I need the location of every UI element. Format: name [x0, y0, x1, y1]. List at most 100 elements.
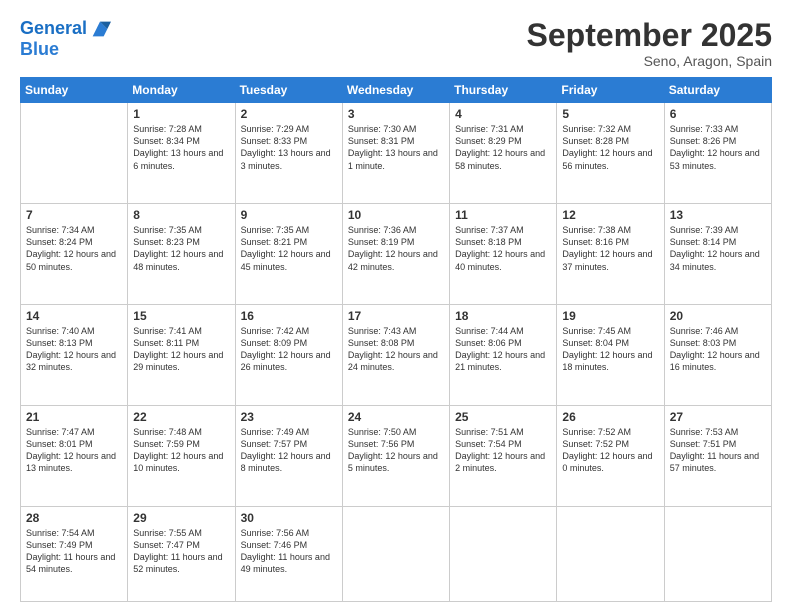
cell-info: Sunrise: 7:44 AMSunset: 8:06 PMDaylight:… [455, 325, 551, 374]
sunrise-text: Sunrise: 7:45 AM [562, 325, 658, 337]
table-row: 6Sunrise: 7:33 AMSunset: 8:26 PMDaylight… [664, 103, 771, 204]
logo: General Blue [20, 18, 111, 60]
cell-info: Sunrise: 7:53 AMSunset: 7:51 PMDaylight:… [670, 426, 766, 475]
sunset-text: Sunset: 8:31 PM [348, 135, 444, 147]
page: General Blue September 2025 Seno, Aragon… [0, 0, 792, 612]
location-subtitle: Seno, Aragon, Spain [527, 53, 772, 69]
sunset-text: Sunset: 8:16 PM [562, 236, 658, 248]
table-row: 3Sunrise: 7:30 AMSunset: 8:31 PMDaylight… [342, 103, 449, 204]
daylight-text: Daylight: 13 hours and 6 minutes. [133, 147, 229, 171]
sunrise-text: Sunrise: 7:32 AM [562, 123, 658, 135]
sunrise-text: Sunrise: 7:49 AM [241, 426, 337, 438]
sunrise-text: Sunrise: 7:35 AM [133, 224, 229, 236]
table-row: 16Sunrise: 7:42 AMSunset: 8:09 PMDayligh… [235, 305, 342, 406]
day-number: 3 [348, 107, 444, 121]
cell-info: Sunrise: 7:32 AMSunset: 8:28 PMDaylight:… [562, 123, 658, 172]
day-number: 2 [241, 107, 337, 121]
cell-info: Sunrise: 7:50 AMSunset: 7:56 PMDaylight:… [348, 426, 444, 475]
col-wednesday: Wednesday [342, 78, 449, 103]
daylight-text: Daylight: 11 hours and 54 minutes. [26, 551, 122, 575]
day-number: 11 [455, 208, 551, 222]
sunrise-text: Sunrise: 7:46 AM [670, 325, 766, 337]
day-number: 27 [670, 410, 766, 424]
daylight-text: Daylight: 13 hours and 1 minute. [348, 147, 444, 171]
header: General Blue September 2025 Seno, Aragon… [20, 18, 772, 69]
table-row: 1Sunrise: 7:28 AMSunset: 8:34 PMDaylight… [128, 103, 235, 204]
cell-info: Sunrise: 7:31 AMSunset: 8:29 PMDaylight:… [455, 123, 551, 172]
table-row: 5 Sunrise: 7:32 AMSunset: 8:28 PMDaylight… [557, 103, 664, 204]
day-number: 30 [241, 511, 337, 525]
sunrise-text: Sunrise: 7:53 AM [670, 426, 766, 438]
day-number: 12 [562, 208, 658, 222]
sunrise-text: Sunrise: 7:51 AM [455, 426, 551, 438]
sunrise-text: Sunrise: 7:37 AM [455, 224, 551, 236]
table-row: 10Sunrise: 7:36 AMSunset: 8:19 PMDayligh… [342, 204, 449, 305]
cell-info: Sunrise: 7:54 AMSunset: 7:49 PMDaylight:… [26, 527, 122, 576]
daylight-text: Daylight: 12 hours and 5 minutes. [348, 450, 444, 474]
daylight-text: Daylight: 11 hours and 52 minutes. [133, 551, 229, 575]
daylight-text: Daylight: 12 hours and 2 minutes. [455, 450, 551, 474]
cell-info: Sunrise: 7:39 AMSunset: 8:14 PMDaylight:… [670, 224, 766, 273]
table-row: 21Sunrise: 7:47 AMSunset: 8:01 PMDayligh… [21, 405, 128, 506]
logo-text: General [20, 19, 87, 39]
sunset-text: Sunset: 8:24 PM [26, 236, 122, 248]
sunset-text: Sunset: 8:21 PM [241, 236, 337, 248]
sunset-text: Sunset: 8:09 PM [241, 337, 337, 349]
cell-info: Sunrise: 7:47 AMSunset: 8:01 PMDaylight:… [26, 426, 122, 475]
sunset-text: Sunset: 8:19 PM [348, 236, 444, 248]
col-monday: Monday [128, 78, 235, 103]
sunset-text: Sunset: 7:57 PM [241, 438, 337, 450]
day-number: 23 [241, 410, 337, 424]
cell-info: Sunrise: 7:29 AMSunset: 8:33 PMDaylight:… [241, 123, 337, 172]
table-row: 29Sunrise: 7:55 AMSunset: 7:47 PMDayligh… [128, 506, 235, 601]
day-number: 9 [241, 208, 337, 222]
calendar-week-row: 14Sunrise: 7:40 AMSunset: 8:13 PMDayligh… [21, 305, 772, 406]
table-row: 20Sunrise: 7:46 AMSunset: 8:03 PMDayligh… [664, 305, 771, 406]
daylight-text: Daylight: 12 hours and 16 minutes. [670, 349, 766, 373]
cell-info: Sunrise: 7:28 AMSunset: 8:34 PMDaylight:… [133, 123, 229, 172]
day-number: 26 [562, 410, 658, 424]
daylight-text: Daylight: 12 hours and 8 minutes. [241, 450, 337, 474]
sunset-text: Sunset: 8:03 PM [670, 337, 766, 349]
day-number: 19 [562, 309, 658, 323]
table-row: 27 Sunrise: 7:53 AMSunset: 7:51 PMDayligh… [664, 405, 771, 506]
daylight-text: Daylight: 12 hours and 0 minutes. [562, 450, 658, 474]
col-sunday: Sunday [21, 78, 128, 103]
col-saturday: Saturday [664, 78, 771, 103]
daylight-text: Daylight: 12 hours and 18 minutes. [562, 349, 658, 373]
sunset-text: Sunset: 7:56 PM [348, 438, 444, 450]
sunrise-text: Sunrise: 7:28 AM [133, 123, 229, 135]
sunset-text: Sunset: 8:01 PM [26, 438, 122, 450]
daylight-text: Daylight: 12 hours and 58 minutes. [455, 147, 551, 171]
daylight-text: Daylight: 12 hours and 10 minutes. [133, 450, 229, 474]
sunset-text: Sunset: 8:11 PM [133, 337, 229, 349]
table-row: 13Sunrise: 7:39 AMSunset: 8:14 PMDayligh… [664, 204, 771, 305]
cell-info: Sunrise: 7:51 AMSunset: 7:54 PMDaylight:… [455, 426, 551, 475]
cell-info: Sunrise: 7:46 AMSunset: 8:03 PMDaylight:… [670, 325, 766, 374]
sunset-text: Sunset: 8:13 PM [26, 337, 122, 349]
day-number: 8 [133, 208, 229, 222]
daylight-text: Daylight: 12 hours and 40 minutes. [455, 248, 551, 272]
calendar-week-row: 21Sunrise: 7:47 AMSunset: 8:01 PMDayligh… [21, 405, 772, 506]
sunrise-text: Sunrise: 7:33 AM [670, 123, 766, 135]
table-row [557, 506, 664, 601]
table-row: 7Sunrise: 7:34 AMSunset: 8:24 PMDaylight… [21, 204, 128, 305]
sunrise-text: Sunrise: 7:36 AM [348, 224, 444, 236]
table-row: 4Sunrise: 7:31 AMSunset: 8:29 PMDaylight… [450, 103, 557, 204]
title-block: September 2025 Seno, Aragon, Spain [527, 18, 772, 69]
sunset-text: Sunset: 8:23 PM [133, 236, 229, 248]
cell-info: Sunrise: 7:35 AMSunset: 8:23 PMDaylight:… [133, 224, 229, 273]
sunset-text: Sunset: 7:46 PM [241, 539, 337, 551]
cell-info: Sunrise: 7:41 AMSunset: 8:11 PMDaylight:… [133, 325, 229, 374]
table-row: 14Sunrise: 7:40 AMSunset: 8:13 PMDayligh… [21, 305, 128, 406]
day-number: 7 [26, 208, 122, 222]
table-row: 23 Sunrise: 7:49 AMSunset: 7:57 PMDayligh… [235, 405, 342, 506]
sunset-text: Sunset: 8:04 PM [562, 337, 658, 349]
day-number: 16 [241, 309, 337, 323]
day-number: 5 [562, 107, 658, 121]
col-tuesday: Tuesday [235, 78, 342, 103]
day-number: 14 [26, 309, 122, 323]
day-number: 29 [133, 511, 229, 525]
table-row: 24Sunrise: 7:50 AMSunset: 7:56 PMDayligh… [342, 405, 449, 506]
table-row: 9Sunrise: 7:35 AMSunset: 8:21 PMDaylight… [235, 204, 342, 305]
